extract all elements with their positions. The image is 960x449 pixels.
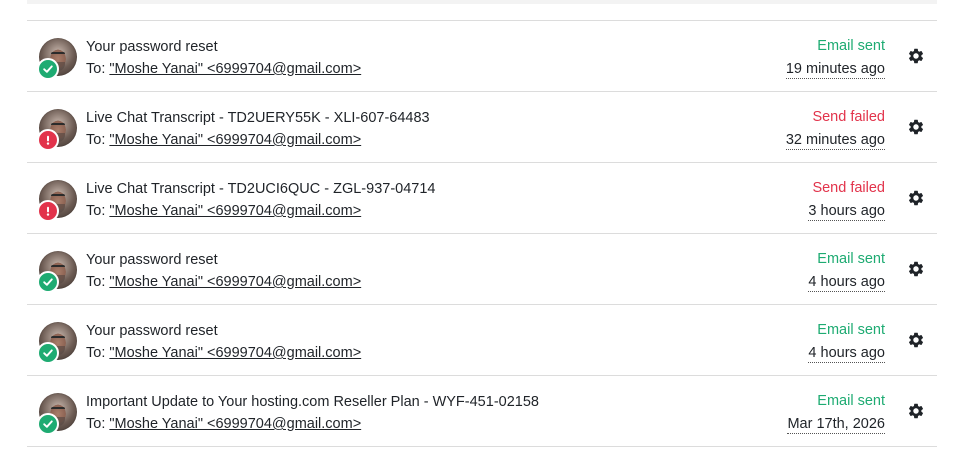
check-circle-icon: [37, 58, 59, 80]
email-recipient: To: "Moshe Yanai" <6999704@gmail.com>: [86, 131, 361, 149]
gear-icon[interactable]: [907, 118, 925, 136]
email-recipient: To: "Moshe Yanai" <6999704@gmail.com>: [86, 202, 361, 220]
email-row: Live Chat Transcript - TD2UCI6QUC - ZGL-…: [27, 163, 937, 234]
email-row: Live Chat Transcript - TD2UERY55K - XLI-…: [27, 92, 937, 163]
recipient-prefix: To:: [86, 132, 106, 148]
gear-icon[interactable]: [907, 47, 925, 65]
recipient-prefix: To:: [86, 274, 106, 290]
email-subject: Live Chat Transcript - TD2UERY55K - XLI-…: [86, 110, 430, 126]
timestamp: Mar 17th, 2026: [787, 416, 885, 434]
status-label: Send failed: [812, 180, 885, 196]
gear-icon[interactable]: [907, 189, 925, 207]
recipient-address-link[interactable]: "Moshe Yanai" <6999704@gmail.com>: [109, 61, 361, 77]
recipient-prefix: To:: [86, 203, 106, 219]
email-row: Important Update to Your hosting.com Res…: [27, 376, 937, 447]
timestamp: 19 minutes ago: [785, 61, 885, 79]
status-label: Email sent: [817, 393, 885, 409]
email-recipient: To: "Moshe Yanai" <6999704@gmail.com>: [86, 344, 361, 362]
email-row: Your password reset To: "Moshe Yanai" <6…: [27, 234, 937, 305]
recipient-address-link[interactable]: "Moshe Yanai" <6999704@gmail.com>: [109, 416, 361, 432]
recipient-address-link[interactable]: "Moshe Yanai" <6999704@gmail.com>: [109, 345, 361, 361]
email-subject: Live Chat Transcript - TD2UCI6QUC - ZGL-…: [86, 181, 436, 197]
email-log-list: Your password reset To: "Moshe Yanai" <6…: [27, 20, 937, 447]
check-circle-icon: [37, 271, 59, 293]
timestamp: 4 hours ago: [808, 345, 885, 363]
status-label: Send failed: [812, 109, 885, 125]
gear-icon[interactable]: [907, 260, 925, 278]
email-row: Your password reset To: "Moshe Yanai" <6…: [27, 305, 937, 376]
status-label: Email sent: [817, 251, 885, 267]
email-subject: Your password reset: [86, 252, 218, 268]
email-subject: Your password reset: [86, 323, 218, 339]
exclamation-circle-icon: [37, 129, 59, 151]
recipient-address-link[interactable]: "Moshe Yanai" <6999704@gmail.com>: [109, 132, 361, 148]
email-row: Your password reset To: "Moshe Yanai" <6…: [27, 21, 937, 92]
check-circle-icon: [37, 413, 59, 435]
top-divider-strip: [27, 0, 937, 4]
gear-icon[interactable]: [907, 331, 925, 349]
recipient-address-link[interactable]: "Moshe Yanai" <6999704@gmail.com>: [109, 203, 361, 219]
email-subject: Important Update to Your hosting.com Res…: [86, 394, 539, 410]
email-subject: Your password reset: [86, 39, 218, 55]
timestamp: 32 minutes ago: [785, 132, 885, 150]
status-label: Email sent: [817, 322, 885, 338]
recipient-prefix: To:: [86, 416, 106, 432]
email-recipient: To: "Moshe Yanai" <6999704@gmail.com>: [86, 273, 361, 291]
email-recipient: To: "Moshe Yanai" <6999704@gmail.com>: [86, 60, 361, 78]
recipient-prefix: To:: [86, 345, 106, 361]
gear-icon[interactable]: [907, 402, 925, 420]
check-circle-icon: [37, 342, 59, 364]
status-label: Email sent: [817, 38, 885, 54]
recipient-address-link[interactable]: "Moshe Yanai" <6999704@gmail.com>: [109, 274, 361, 290]
timestamp: 4 hours ago: [808, 274, 885, 292]
recipient-prefix: To:: [86, 61, 106, 77]
email-recipient: To: "Moshe Yanai" <6999704@gmail.com>: [86, 415, 361, 433]
timestamp: 3 hours ago: [808, 203, 885, 221]
exclamation-circle-icon: [37, 200, 59, 222]
